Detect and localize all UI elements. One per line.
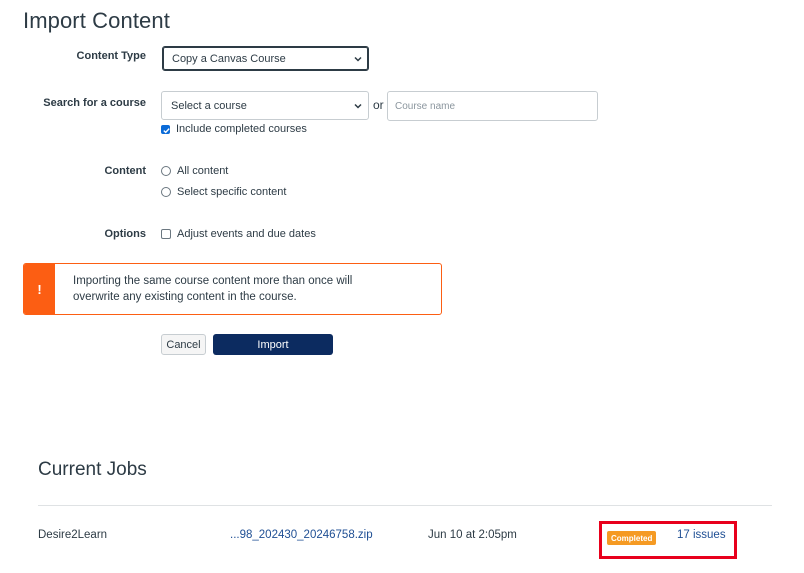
issues-link[interactable]: 17 issues	[677, 529, 726, 541]
course-name-input[interactable]: Course name	[387, 91, 598, 121]
or-text: or	[373, 98, 384, 112]
alert-message-line-2: overwrite any existing content in the co…	[73, 291, 297, 303]
page-title: Import Content	[23, 8, 170, 33]
import-button[interactable]: Import	[213, 334, 333, 355]
radio-all-content[interactable]: All content	[161, 165, 228, 177]
include-completed-checkbox-row[interactable]: Include completed courses	[161, 123, 307, 135]
cancel-button[interactable]: Cancel	[161, 334, 206, 355]
search-course-label: Search for a course	[43, 97, 146, 109]
overwrite-warning-alert: ! Importing the same course content more…	[23, 263, 442, 315]
current-jobs-title: Current Jobs	[38, 459, 147, 480]
radio-select-specific-content-button[interactable]	[161, 187, 171, 197]
radio-select-specific-content-label: Select specific content	[177, 186, 287, 198]
course-select[interactable]: Select a course	[161, 91, 369, 120]
job-source: Desire2Learn	[38, 529, 108, 541]
content-type-label: Content Type	[76, 50, 146, 62]
job-file-link[interactable]: ...98_202430_20246758.zip	[230, 529, 373, 541]
radio-all-content-button[interactable]	[161, 166, 171, 176]
divider	[38, 505, 772, 506]
adjust-dates-checkbox-row[interactable]: Adjust events and due dates	[161, 228, 316, 240]
adjust-dates-checkbox[interactable]	[161, 229, 171, 239]
alert-message: Importing the same course content more t…	[55, 264, 352, 314]
adjust-dates-label: Adjust events and due dates	[177, 228, 316, 240]
options-label: Options	[104, 228, 146, 240]
course-name-placeholder: Course name	[395, 100, 456, 112]
radio-all-content-label: All content	[177, 165, 229, 177]
chevron-down-icon	[354, 56, 362, 62]
checkmark-icon	[163, 127, 170, 133]
radio-select-specific-content[interactable]: Select specific content	[161, 186, 286, 198]
chevron-down-icon	[354, 103, 362, 109]
alert-message-line-1: Importing the same course content more t…	[73, 275, 353, 287]
content-type-value: Copy a Canvas Course	[172, 52, 286, 65]
warning-icon: !	[24, 264, 55, 314]
include-completed-checkbox[interactable]	[161, 124, 170, 134]
content-label: Content	[104, 165, 146, 177]
course-select-value: Select a course	[171, 99, 247, 112]
content-type-select[interactable]: Copy a Canvas Course	[162, 46, 369, 71]
job-date: Jun 10 at 2:05pm	[428, 529, 517, 541]
status-badge: Completed	[607, 531, 657, 545]
include-completed-label: Include completed courses	[176, 123, 307, 135]
